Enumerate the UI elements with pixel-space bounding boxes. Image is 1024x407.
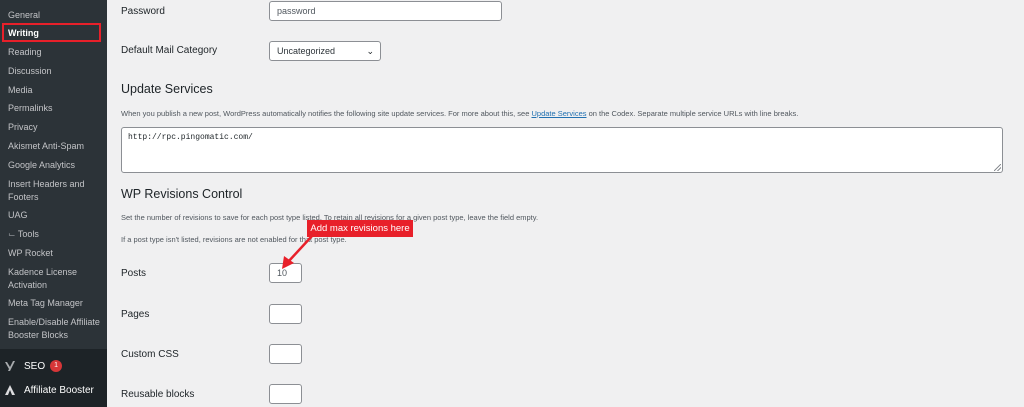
notification-badge: 1 [50,360,63,372]
annotation-callout: Add max revisions here [307,220,413,237]
sidebar-item-affiliate-booster[interactable]: Affiliate Booster [4,384,94,396]
pages-revisions-input[interactable] [269,304,302,324]
sidebar-item-discussion[interactable]: Discussion [8,65,100,78]
pages-label: Pages [121,309,150,320]
sidebar-item-tools-label: Tools [17,229,39,239]
sidebar-item-seo[interactable]: SEO 1 [4,360,63,372]
ping-sites-value: http://rpc.pingomatic.com/ [128,133,253,142]
seo-label: SEO [24,360,46,372]
sidebar-item-privacy[interactable]: Privacy [8,121,100,134]
sidebar-item-insert-headers[interactable]: Insert Headers and Footers [8,178,100,204]
affiliate-booster-label: Affiliate Booster [24,384,94,396]
sidebar-plugin-menu: SEO 1 Affiliate Booster [0,349,107,407]
resize-grip-icon[interactable] [994,164,1001,171]
update-services-link[interactable]: Update Services [531,109,586,118]
update-services-desc-post: on the Codex. Separate multiple service … [586,109,799,118]
chevron-down-icon: ⌄ [366,46,374,56]
sidebar-item-permalinks[interactable]: Permalinks [8,102,100,115]
sidebar-item-tools[interactable]: ⌙ Tools [8,228,100,241]
sidebar-item-affiliate-blocks[interactable]: Enable/Disable Affiliate Booster Blocks [8,316,100,342]
ping-sites-textarea[interactable]: http://rpc.pingomatic.com/ [121,127,1003,173]
arrow-icon [282,235,313,269]
sidebar-item-reading[interactable]: Reading [8,46,100,59]
update-services-heading: Update Services [121,82,213,96]
update-services-desc-pre: When you publish a new post, WordPress a… [121,109,532,118]
update-services-description: When you publish a new post, WordPress a… [121,109,798,118]
affiliate-booster-icon [5,385,15,395]
custom-css-label: Custom CSS [121,349,179,360]
reusable-blocks-label: Reusable blocks [121,389,195,400]
tools-icon: ⌙ [8,229,18,239]
password-label: Password [121,6,165,17]
posts-label: Posts [121,268,147,279]
sidebar-item-google-analytics[interactable]: Google Analytics [8,159,100,172]
sidebar-item-wp-rocket[interactable]: WP Rocket [8,247,100,260]
revisions-heading: WP Revisions Control [121,187,243,201]
sidebar-item-general[interactable]: General [8,9,100,22]
mail-category-select[interactable]: Uncategorized ⌄ [269,41,381,61]
writing-highlight-box [2,23,101,42]
sidebar-item-meta-tag-manager[interactable]: Meta Tag Manager [8,297,100,310]
reusable-blocks-revisions-input[interactable] [269,384,302,404]
sidebar-item-kadence[interactable]: Kadence License Activation [8,266,100,292]
password-input[interactable]: password [269,1,502,21]
sidebar-item-akismet[interactable]: Akismet Anti-Spam [8,140,100,153]
admin-sidebar: General Writing Reading Discussion Media… [0,0,107,407]
mail-category-value: Uncategorized [277,46,336,56]
sidebar-item-media[interactable]: Media [8,84,100,97]
yoast-icon [5,361,15,371]
custom-css-revisions-input[interactable] [269,344,302,364]
sidebar-item-uag[interactable]: UAG [8,209,100,222]
mail-category-label: Default Mail Category [121,45,218,56]
